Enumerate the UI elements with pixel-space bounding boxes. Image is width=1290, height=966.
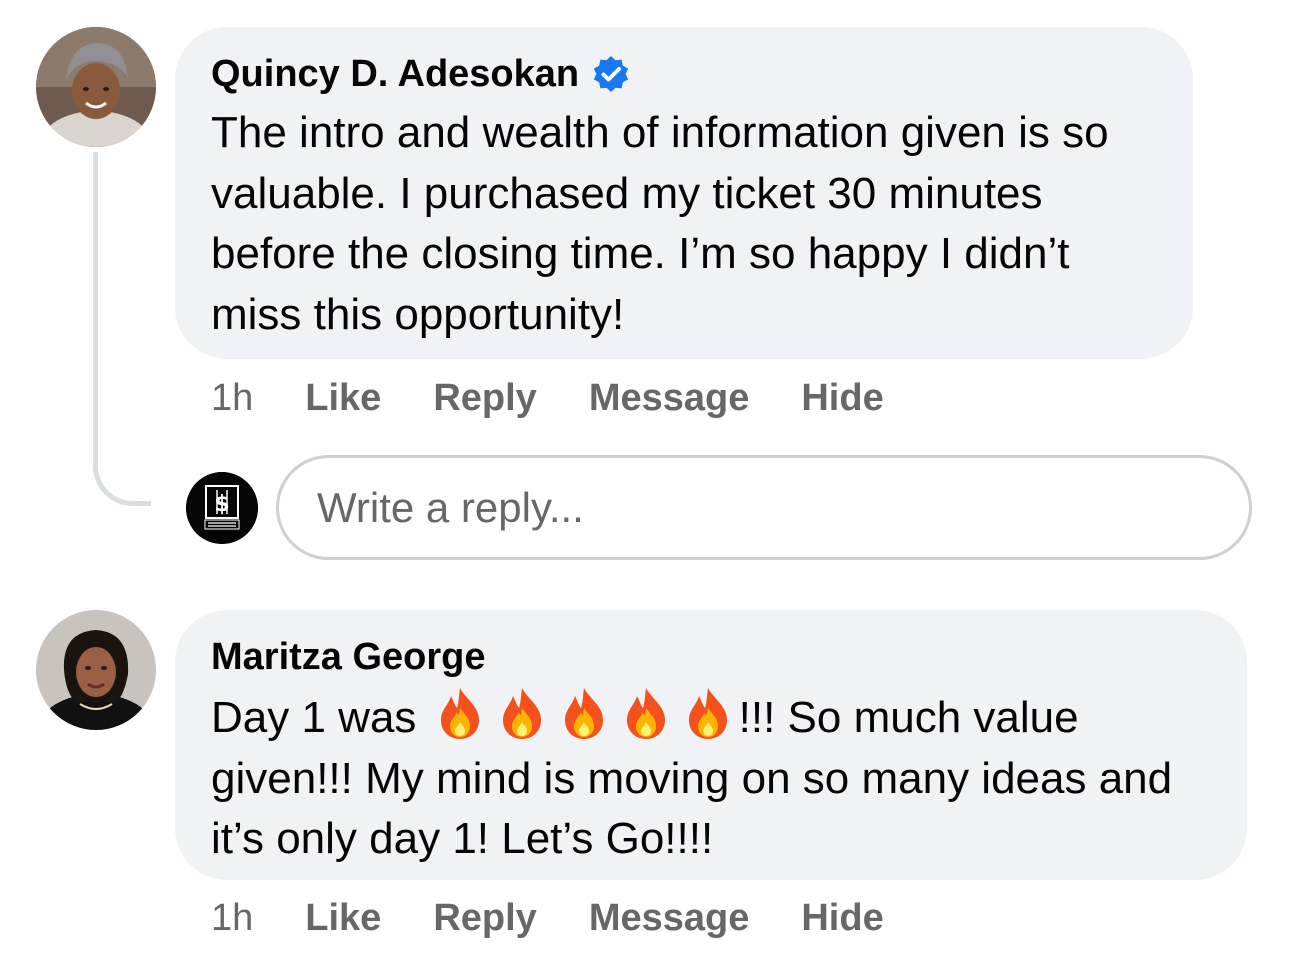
fire-emoji	[688, 688, 727, 739]
comment-bubble: Maritza George Day 1 was !!! So much val…	[175, 610, 1247, 880]
verified-badge-icon	[593, 56, 629, 92]
reply-thread-connector	[93, 152, 151, 506]
hide-button[interactable]: Hide	[801, 377, 883, 420]
message-button[interactable]: Message	[589, 377, 750, 420]
reply-input[interactable]	[315, 482, 1249, 533]
fire-emoji	[626, 688, 665, 739]
write-reply-box[interactable]	[276, 455, 1252, 560]
comment-timestamp[interactable]: 1h	[211, 377, 253, 420]
comment-actions: 1h Like Reply Message Hide	[211, 893, 936, 943]
commenter-avatar[interactable]	[36, 610, 156, 730]
author-name[interactable]: Quincy D. Adesokan	[211, 51, 579, 97]
comments-section: Quincy D. Adesokan The intro and wealth …	[0, 0, 1290, 966]
emoji-row	[416, 688, 738, 742]
reply-button[interactable]: Reply	[433, 377, 536, 420]
comment-bubble: Quincy D. Adesokan The intro and wealth …	[175, 27, 1193, 359]
message-button[interactable]: Message	[589, 897, 750, 940]
author-name[interactable]: Maritza George	[211, 634, 486, 680]
fire-emoji	[502, 688, 541, 739]
person-photo-icon	[36, 610, 156, 730]
fire-emoji	[564, 688, 603, 739]
comment-actions: 1h Like Reply Message Hide	[211, 373, 936, 423]
comment-text: Day 1 was !!! So much value given!!! My …	[211, 686, 1211, 870]
like-button[interactable]: Like	[305, 897, 381, 940]
reply-button[interactable]: Reply	[433, 897, 536, 940]
comment-text-start: Day 1 was	[211, 693, 417, 742]
comment-author: Maritza George	[211, 634, 1211, 680]
like-button[interactable]: Like	[305, 377, 381, 420]
person-photo-icon	[36, 27, 156, 147]
hide-button[interactable]: Hide	[801, 897, 883, 940]
fire-emoji	[440, 688, 479, 739]
page-avatar[interactable]: $	[186, 472, 258, 544]
commenter-avatar[interactable]	[36, 27, 156, 147]
comment-author: Quincy D. Adesokan	[211, 51, 1157, 97]
comment-timestamp[interactable]: 1h	[211, 897, 253, 940]
comment-text: The intro and wealth of information give…	[211, 108, 1109, 339]
hustle-secrets-logo-icon: $	[186, 472, 258, 544]
